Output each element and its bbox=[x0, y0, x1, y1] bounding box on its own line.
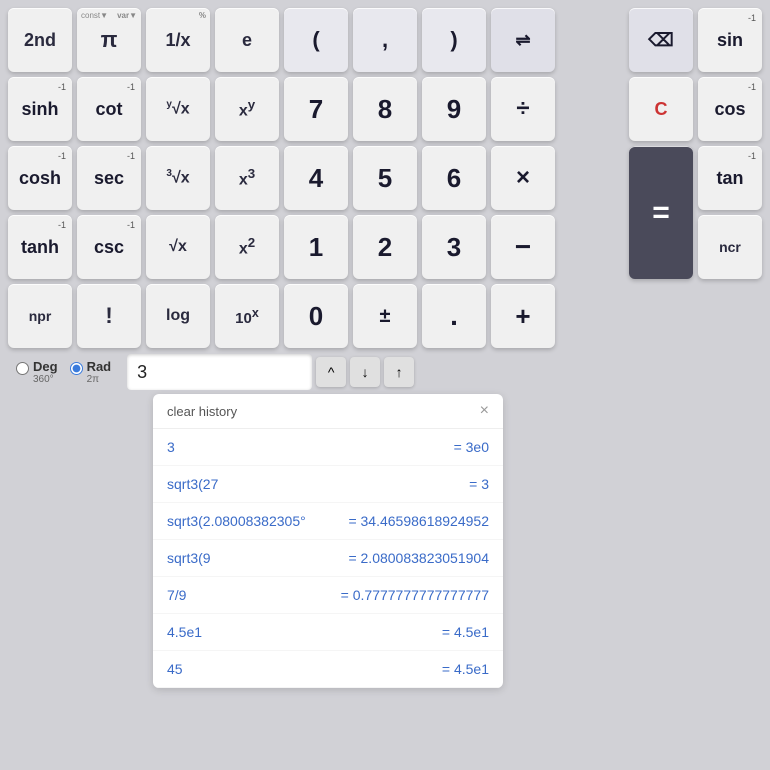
history-expr: 45 bbox=[167, 661, 183, 677]
history-item[interactable]: 45 = 4.5e1 bbox=[153, 651, 503, 688]
rad-sublabel: 2π bbox=[87, 374, 112, 385]
btn-blank6 bbox=[560, 284, 624, 348]
btn-dot[interactable]: . bbox=[422, 284, 486, 348]
btn-divide[interactable]: ÷ bbox=[491, 77, 555, 141]
btn-yroot[interactable]: y√x bbox=[146, 77, 210, 141]
history-item[interactable]: 7/9 = 0.7777777777777777 bbox=[153, 577, 503, 614]
history-expr: sqrt3(9 bbox=[167, 550, 211, 566]
nav-up-btn[interactable]: ↑ bbox=[384, 357, 414, 387]
history-list: 3 = 3e0 sqrt3(27 = 3 sqrt3(2.08008382305… bbox=[153, 429, 503, 688]
btn-cos[interactable]: -1 cos bbox=[698, 77, 762, 141]
history-result: = 0.7777777777777777 bbox=[341, 587, 489, 603]
btn-cuberoot[interactable]: 3√x bbox=[146, 146, 210, 210]
btn-csc[interactable]: -1 csc bbox=[77, 215, 141, 279]
btn-9[interactable]: 9 bbox=[422, 77, 486, 141]
history-item[interactable]: sqrt3(2.08008382305° = 34.46598618924952 bbox=[153, 503, 503, 540]
buttons-grid: 2nd const▼ π var▼ 1/x % e ( , ) ⇌ ⌫ bbox=[8, 8, 762, 348]
btn-multiply[interactable]: × bbox=[491, 146, 555, 210]
history-item[interactable]: sqrt3(27 = 3 bbox=[153, 466, 503, 503]
btn-blank7 bbox=[629, 284, 693, 348]
btn-cot[interactable]: -1 cot bbox=[77, 77, 141, 141]
btn-2[interactable]: 2 bbox=[353, 215, 417, 279]
btn-2nd[interactable]: 2nd bbox=[8, 8, 72, 72]
btn-plusminus[interactable]: ± bbox=[353, 284, 417, 348]
btn-xsq[interactable]: x2 bbox=[215, 215, 279, 279]
btn-minus[interactable]: − bbox=[491, 215, 555, 279]
deg-label: Deg bbox=[33, 359, 58, 374]
btn-blank5 bbox=[560, 215, 624, 279]
history-item[interactable]: 4.5e1 = 4.5e1 bbox=[153, 614, 503, 651]
btn-sinh[interactable]: -1 sinh bbox=[8, 77, 72, 141]
btn-swap[interactable]: ⇌ bbox=[491, 8, 555, 72]
mode-selector: Deg 360° Rad 2π bbox=[8, 359, 119, 385]
rad-label: Rad bbox=[87, 359, 112, 374]
btn-ncr[interactable]: ncr bbox=[698, 215, 762, 279]
nav-down-btn[interactable]: ↓ bbox=[350, 357, 380, 387]
history-panel: clear history × 3 = 3e0 sqrt3(27 = 3 sqr… bbox=[153, 394, 503, 688]
btn-10x[interactable]: 10x bbox=[215, 284, 279, 348]
btn-sqrt[interactable]: √x bbox=[146, 215, 210, 279]
btn-1x[interactable]: 1/x % bbox=[146, 8, 210, 72]
btn-comma[interactable]: , bbox=[353, 8, 417, 72]
btn-tan[interactable]: -1 tan bbox=[698, 146, 762, 210]
deg-sublabel: 360° bbox=[33, 374, 58, 385]
nav-caret-btn[interactable]: ^ bbox=[316, 357, 346, 387]
rad-radio[interactable] bbox=[70, 362, 83, 375]
btn-3[interactable]: 3 bbox=[422, 215, 486, 279]
btn-8[interactable]: 8 bbox=[353, 77, 417, 141]
history-clear-label[interactable]: clear history bbox=[167, 404, 237, 419]
history-expr: 7/9 bbox=[167, 587, 186, 603]
history-result: = 2.080083823051904 bbox=[348, 550, 489, 566]
history-result: = 34.46598618924952 bbox=[348, 513, 489, 529]
btn-pi[interactable]: const▼ π var▼ bbox=[77, 8, 141, 72]
btn-C[interactable]: C bbox=[629, 77, 693, 141]
btn-sec[interactable]: -1 sec bbox=[77, 146, 141, 210]
history-item[interactable]: 3 = 3e0 bbox=[153, 429, 503, 466]
deg-radio[interactable] bbox=[16, 362, 29, 375]
display-input[interactable] bbox=[127, 354, 312, 390]
btn-tanh[interactable]: -1 tanh bbox=[8, 215, 72, 279]
btn-1[interactable]: 1 bbox=[284, 215, 348, 279]
history-close-btn[interactable]: × bbox=[480, 402, 489, 420]
history-result: = 3e0 bbox=[454, 439, 489, 455]
btn-blank2 bbox=[560, 77, 624, 141]
mode-display-row: Deg 360° Rad 2π ^ ↓ ↑ bbox=[8, 354, 762, 390]
btn-backspace[interactable]: ⌫ bbox=[629, 8, 693, 72]
btn-open-paren[interactable]: ( bbox=[284, 8, 348, 72]
history-header: clear history × bbox=[153, 394, 503, 429]
btn-factorial[interactable]: ! bbox=[77, 284, 141, 348]
history-expr: 3 bbox=[167, 439, 175, 455]
btn-5[interactable]: 5 bbox=[353, 146, 417, 210]
history-panel-wrapper: clear history × 3 = 3e0 sqrt3(27 = 3 sqr… bbox=[8, 394, 762, 688]
btn-log[interactable]: log bbox=[146, 284, 210, 348]
btn-sin[interactable]: -1 sin bbox=[698, 8, 762, 72]
btn-cosh[interactable]: -1 cosh bbox=[8, 146, 72, 210]
btn-close-paren[interactable]: ) bbox=[422, 8, 486, 72]
btn-e[interactable]: e bbox=[215, 8, 279, 72]
btn-0[interactable]: 0 bbox=[284, 284, 348, 348]
display-area: ^ ↓ ↑ bbox=[127, 354, 762, 390]
btn-equal[interactable]: = bbox=[629, 146, 693, 279]
btn-4[interactable]: 4 bbox=[284, 146, 348, 210]
history-expr: sqrt3(2.08008382305° bbox=[167, 513, 306, 529]
history-expr: 4.5e1 bbox=[167, 624, 202, 640]
deg-option[interactable]: Deg 360° bbox=[16, 359, 58, 385]
history-result: = 3 bbox=[469, 476, 489, 492]
history-result: = 4.5e1 bbox=[442, 624, 489, 640]
calculator: 2nd const▼ π var▼ 1/x % e ( , ) ⇌ ⌫ bbox=[0, 0, 770, 688]
history-item[interactable]: sqrt3(9 = 2.080083823051904 bbox=[153, 540, 503, 577]
btn-blank3 bbox=[560, 146, 624, 210]
history-expr: sqrt3(27 bbox=[167, 476, 218, 492]
btn-npr[interactable]: npr bbox=[8, 284, 72, 348]
rad-option[interactable]: Rad 2π bbox=[70, 359, 112, 385]
btn-plus[interactable]: + bbox=[491, 284, 555, 348]
btn-xpowy[interactable]: xy bbox=[215, 77, 279, 141]
btn-xcube[interactable]: x3 bbox=[215, 146, 279, 210]
history-result: = 4.5e1 bbox=[442, 661, 489, 677]
btn-6[interactable]: 6 bbox=[422, 146, 486, 210]
btn-7[interactable]: 7 bbox=[284, 77, 348, 141]
btn-blank1 bbox=[560, 8, 624, 72]
